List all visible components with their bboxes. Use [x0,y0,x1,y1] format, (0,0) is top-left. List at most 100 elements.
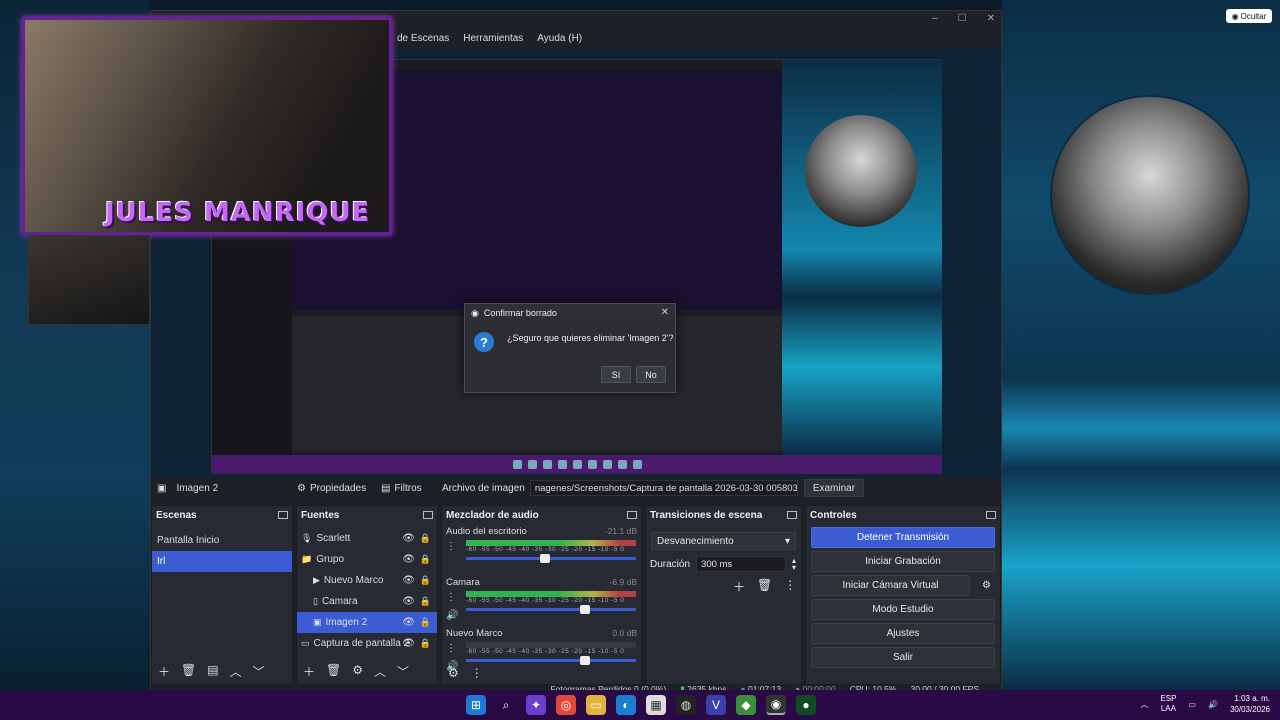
ocultar-button[interactable]: ◉ Ocultar [1226,9,1272,23]
image-icon: ▣ [313,617,322,627]
menu-scenes[interactable]: de Escenas [397,33,449,44]
slider-knob[interactable] [580,605,590,614]
volume-slider[interactable] [466,605,636,614]
source-item[interactable]: ▶ Nuevo Marco 👁 🔒 [297,570,437,591]
source-item[interactable]: 📁 Grupo 👁 🔒 [297,549,437,570]
maximize-icon[interactable]: ☐ [958,13,967,24]
scene-item[interactable]: Pantalla Inicio [152,530,292,551]
up-icon[interactable]: ︿ [374,663,386,680]
add-icon[interactable]: ＋ [733,578,745,595]
slider-knob[interactable] [540,554,550,563]
properties-button[interactable]: ⚙ Propiedades [297,483,381,494]
lock-icon[interactable]: 🔒 [420,617,431,628]
add-icon[interactable]: ＋ [303,663,315,680]
menu-dots-icon[interactable]: ⋮ [784,578,796,595]
network-icon[interactable]: ▭ [1188,700,1196,709]
obs-icon[interactable]: ◉ [766,695,786,715]
chrome-icon[interactable]: ◎ [556,695,576,715]
volume-meter [466,642,636,648]
filter-icon[interactable]: ▤ [207,663,218,680]
minimize-icon[interactable]: – [932,13,938,24]
menu-help[interactable]: Ayuda (H) [537,33,582,44]
app-icon[interactable]: ◆ [736,695,756,715]
visibility-icon[interactable]: 👁 [402,575,415,586]
source-item[interactable]: ▯ Camara 👁 🔒 [297,591,437,612]
chevron-up-icon[interactable]: ︿ [1140,699,1148,710]
scenes-title: Escenas [156,509,197,521]
folder-icon[interactable]: ▭ [586,695,606,715]
gear-icon[interactable]: ⚙ [352,663,363,680]
visibility-icon[interactable]: 👁 [402,533,415,544]
close-icon[interactable]: ✕ [661,307,669,318]
add-icon[interactable]: ＋ [158,663,170,680]
menu-tools[interactable]: Herramientas [463,33,523,44]
visibility-icon[interactable]: 👁 [402,617,415,628]
yes-button[interactable]: Sí [601,366,631,383]
lock-icon[interactable]: 🔒 [420,533,431,544]
undock-icon[interactable] [278,511,288,519]
gear-icon[interactable]: ⚙ [982,580,991,591]
control-button[interactable]: Iniciar Grabación [811,551,995,572]
down-icon[interactable]: ﹀ [253,663,265,680]
undock-icon[interactable] [627,511,637,519]
volume-slider[interactable] [466,656,636,665]
transition-select[interactable]: Desvanecimiento ▾ [651,532,796,550]
spinner-icon[interactable]: ▴ ▾ [792,557,796,572]
source-item[interactable]: ▣ Imagen 2 👁 🔒 [297,612,437,633]
control-button[interactable]: Salir [811,647,995,668]
down-icon[interactable]: ﹀ [397,663,409,680]
duration-label: Duración [650,558,691,570]
source-item[interactable]: ▭ Captura de pantalla 2 👁 🔒 [297,633,437,654]
volume-icon[interactable]: 🔊 [1208,700,1218,709]
visibility-icon[interactable]: 👁 [402,554,415,565]
camera-icon: ▯ [313,596,318,606]
copilot-icon[interactable]: ✦ [526,695,546,715]
lock-icon[interactable]: 🔒 [420,575,431,586]
lock-icon[interactable]: 🔒 [420,596,431,607]
control-button[interactable]: Detener Transmisión [811,527,995,548]
menu-dots-icon[interactable]: ⋮ [446,643,456,654]
windows-start-icon[interactable]: ⊞ [466,695,486,715]
visibility-icon[interactable]: 👁 [402,638,415,649]
no-button[interactable]: No [636,366,666,383]
duration-input[interactable]: 300 ms [696,556,786,572]
undock-icon[interactable] [986,511,996,519]
trash-icon[interactable]: 🗑 [181,663,196,680]
slider-knob[interactable] [580,656,590,665]
up-icon[interactable]: ︿ [230,663,242,680]
browse-button[interactable]: Examinar [803,479,865,497]
lock-icon[interactable]: 🔒 [420,638,431,649]
control-button[interactable]: Ajustes [811,623,995,644]
menu-dots-icon[interactable]: ⋮ [446,592,456,603]
app-icon[interactable]: ◍ [676,695,696,715]
mixer-title: Mezclador de audio [446,509,539,521]
file-path-field[interactable]: nagenes/Screenshots/Captura de pantalla … [529,480,798,496]
control-button[interactable]: Modo Estudio [811,599,995,620]
language-indicator[interactable]: ESP LAA [1160,694,1176,714]
trash-icon[interactable]: 🗑 [326,663,341,680]
menu-dots-icon[interactable]: ⋮ [471,666,483,680]
store-icon[interactable]: ▦ [646,695,666,715]
gear-icon[interactable]: ⚙ [448,666,459,680]
clock[interactable]: 1:03 a. m. 30/03/2026 [1230,693,1270,715]
scene-item[interactable]: Irl [152,551,292,572]
control-button[interactable]: Iniciar Cámara Virtual ⚙ [811,575,991,596]
speaker-icon[interactable]: 🔊 [446,610,458,621]
visibility-icon[interactable]: 👁 [402,596,415,607]
volume-slider[interactable] [466,554,636,563]
app-icon[interactable]: ● [796,695,816,715]
lock-icon[interactable]: 🔒 [420,554,431,565]
trash-icon[interactable]: 🗑 [757,578,772,595]
search-icon[interactable]: ⌕ [496,695,516,715]
menu-dots-icon[interactable]: ⋮ [446,541,456,552]
gear-icon: ⚙ [297,482,306,494]
scenes-dock: Escenas Pantalla Inicio Irl ＋ 🗑 ▤ ︿ ﹀ [151,505,293,685]
close-icon[interactable]: ✕ [987,13,995,24]
filters-button[interactable]: ▤ Filtros [381,483,437,494]
vscode-icon[interactable]: V [706,695,726,715]
undock-icon[interactable] [423,511,433,519]
source-list: 🎙 Scarlett 👁 🔒 📁 Grupo 👁 🔒 ▶ Nuevo Marco 👁 🔒 ▯ Camara… [297,528,437,654]
source-item[interactable]: 🎙 Scarlett 👁 🔒 [297,528,437,549]
undock-icon[interactable] [787,511,797,519]
edge-icon[interactable]: ◐ [616,695,636,715]
